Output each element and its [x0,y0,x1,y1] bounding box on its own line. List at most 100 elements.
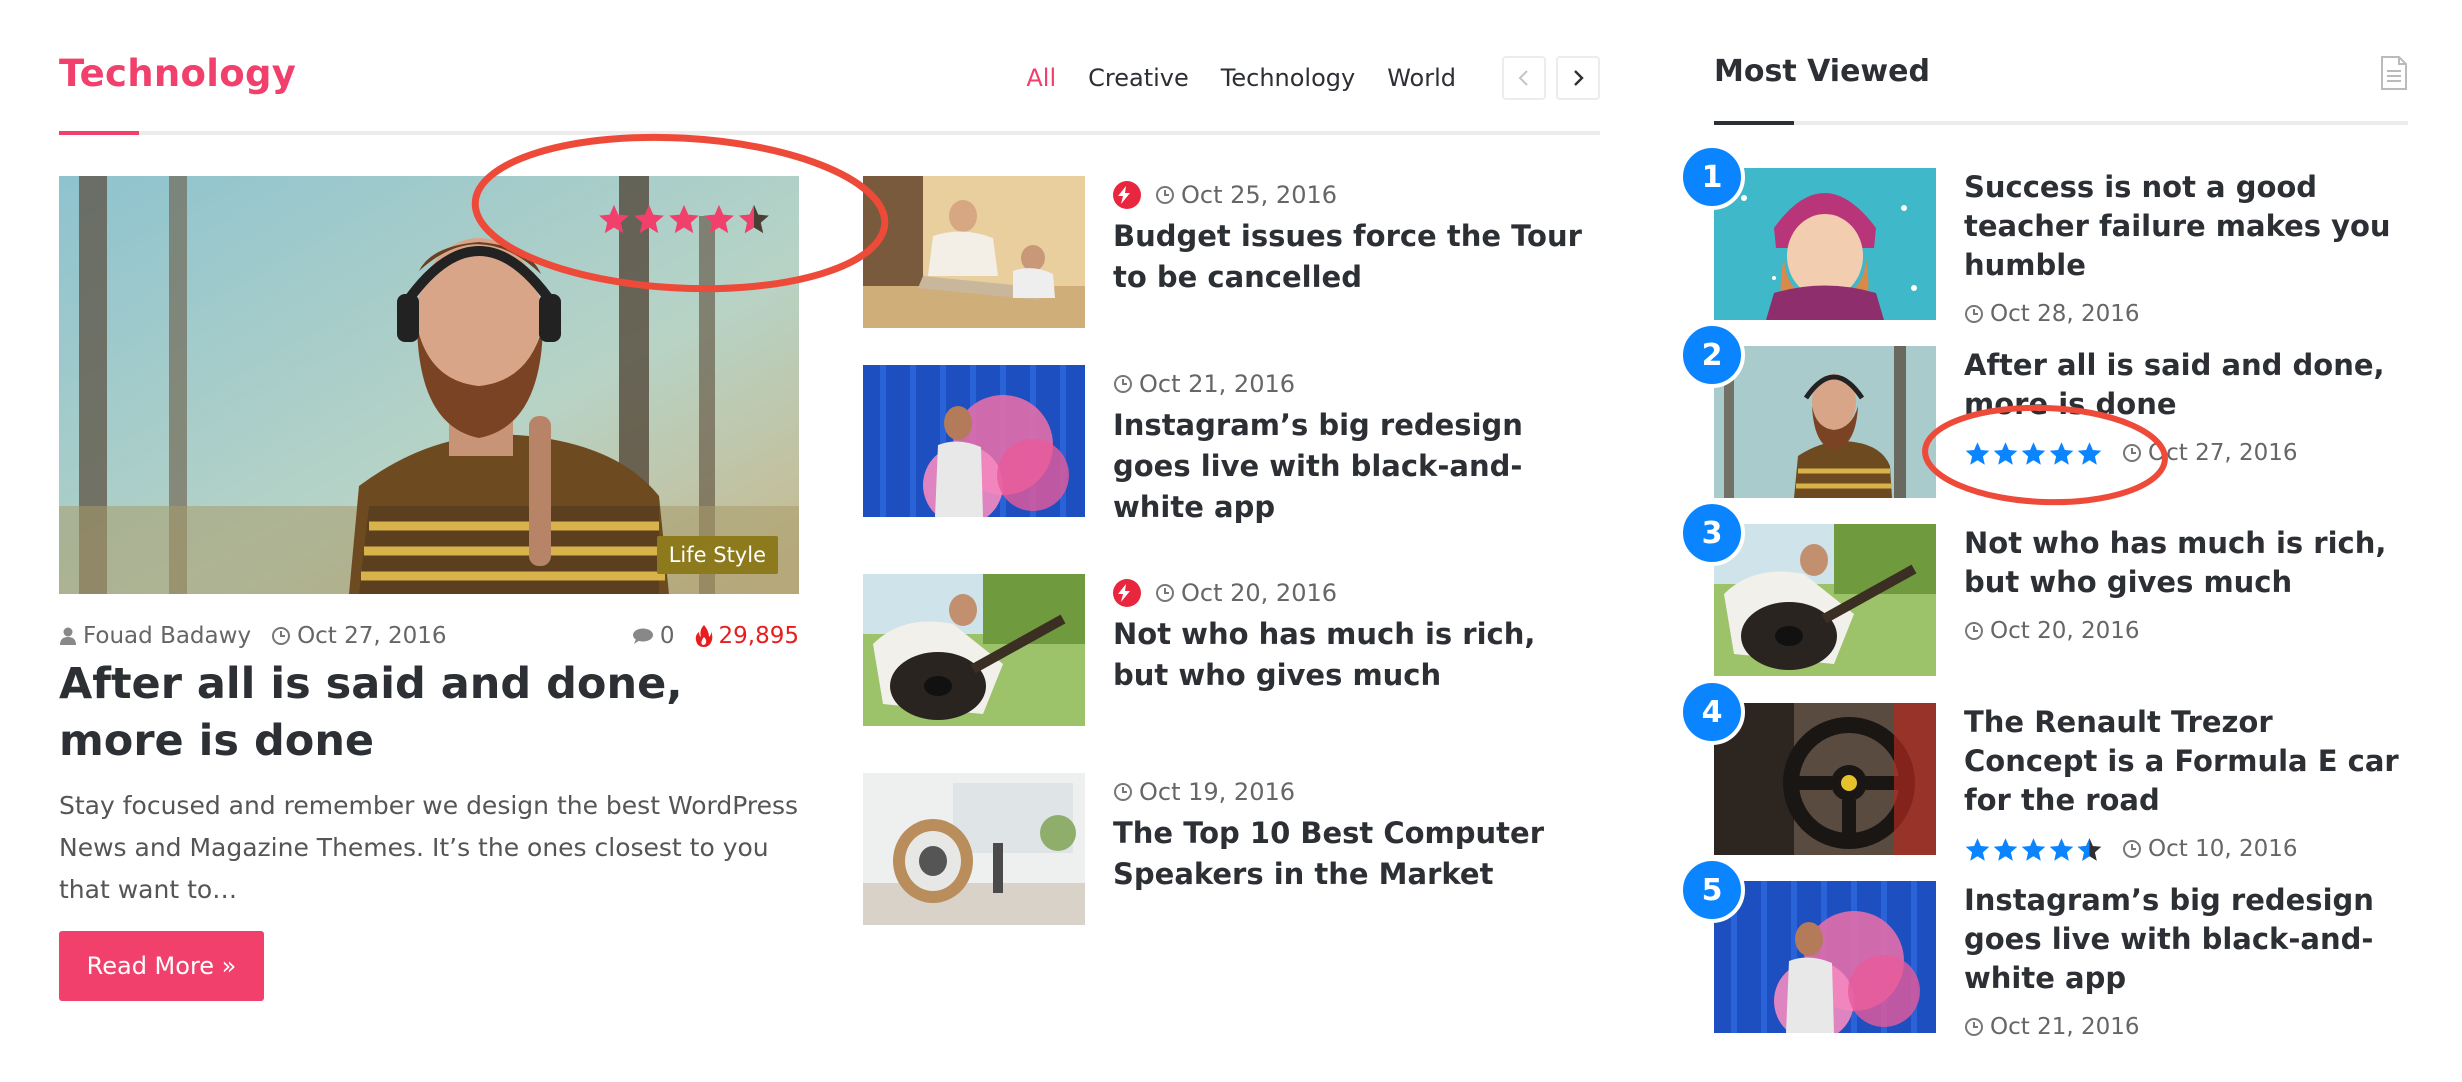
post-date: Oct 20, 2016 [1990,618,2140,644]
list-item: Oct 21, 2016 Instagram’s big redesign go… [863,365,1600,524]
prev-page-button[interactable] [1502,56,1546,100]
post-meta: Oct 10, 2016 [1964,834,2408,864]
post-title[interactable]: After all is said and done, more is done [1964,346,2408,424]
post-title[interactable]: Instagram’s big redesign goes live with … [1113,405,1593,528]
clock-icon [1965,305,1983,323]
list-item: 4 The Renault Trezor Concept is a Formul… [1679,679,2408,864]
thumbnail-image [1714,881,1936,1033]
clock-icon [1156,584,1174,602]
post-thumbnail[interactable] [1714,168,1936,320]
post-thumbnail[interactable] [863,574,1085,726]
thumbnail-image [863,574,1085,726]
star-icon [669,204,699,234]
list-item: Oct 19, 2016 The Top 10 Best Computer Sp… [863,773,1600,925]
list-item: 5 Instagram’s big redesign goes live wit… [1679,857,2408,1042]
star-icon [599,204,629,234]
post-meta: Oct 20, 2016 [1113,578,1337,608]
star-icon [2049,837,2074,861]
post-thumbnail[interactable] [1714,524,1936,676]
thumbnail-image [1714,524,1936,676]
rank-badge: 5 [1679,857,1745,923]
post-title[interactable]: Success is not a good teacher failure ma… [1964,168,2408,285]
chevron-left-icon [1518,70,1528,86]
post-title[interactable]: Instagram’s big redesign goes live with … [1964,881,2408,998]
author[interactable]: Fouad Badawy [59,623,251,649]
post-title[interactable]: Budget issues force the Tour to be cance… [1113,216,1593,298]
fire-icon [695,625,712,647]
view-count-text: 29,895 [718,623,799,649]
featured-title[interactable]: After all is said and done, more is done [59,656,799,770]
item-text: After all is said and done, more is done… [1964,346,2408,468]
star-icon [2077,441,2102,465]
clock-icon [1965,1018,1983,1036]
post-thumbnail[interactable] [863,176,1085,328]
post-thumbnail[interactable] [863,773,1085,925]
star-icon [704,204,734,234]
clock-icon [2123,444,2141,462]
clock-icon [1114,783,1132,801]
user-icon [60,627,76,645]
trending-badge [1113,579,1141,607]
post-date: Oct 19, 2016 [1139,778,1295,806]
category-badge[interactable]: Life Style [656,536,778,574]
next-page-button[interactable] [1556,56,1600,100]
star-icon [1993,441,2018,465]
block-title: Technology [59,52,297,95]
post-title[interactable]: The Top 10 Best Computer Speakers in the… [1113,813,1593,895]
clock-icon [1965,622,1983,640]
document-icon [2381,56,2407,90]
header-divider-accent [59,131,139,135]
rank-badge: 2 [1679,322,1745,388]
star-icon [1965,441,1990,465]
bolt-icon [1118,186,1130,204]
read-more-button[interactable]: Read More » [59,931,264,1001]
featured-meta: Fouad Badawy Oct 27, 2016 0 29,895 [59,620,799,652]
star-icon [1993,837,2018,861]
list-item: 3 Not who has much is rich, but who give… [1679,500,2408,684]
star-half-icon [739,204,769,234]
post-thumbnail[interactable] [863,365,1085,517]
thumbnail-image [863,365,1085,517]
post-date: Oct 20, 2016 [1181,579,1337,607]
featured-image[interactable]: Life Style [59,176,799,594]
filter-creative[interactable]: Creative [1088,64,1189,92]
thumbnail-image [863,773,1085,925]
clock-icon [272,627,291,645]
item-text: The Renault Trezor Concept is a Formula … [1964,703,2408,864]
post-date: Oct 21, 2016 [1139,370,1295,398]
thumbnail-image [1714,346,1936,498]
technology-block: Technology All Creative Technology World [59,0,1600,1082]
clock-icon [1114,375,1132,393]
filter-all[interactable]: All [1026,64,1056,92]
clock-icon [1156,186,1174,204]
item-text: Instagram’s big redesign goes live with … [1964,881,2408,1042]
post-thumbnail[interactable] [1714,881,1936,1033]
header-divider [59,131,1600,135]
post-meta: Oct 20, 2016 [1964,616,2408,646]
star-icon [2021,441,2046,465]
category-filters: All Creative Technology World [994,54,1600,102]
comment-count[interactable]: 0 [660,623,675,649]
post-title[interactable]: Not who has much is rich, but who gives … [1964,524,2408,602]
post-rating [1964,440,2104,467]
rank-badge: 3 [1679,500,1745,566]
list-item: Oct 20, 2016 Not who has much is rich, b… [863,574,1600,726]
filter-technology[interactable]: Technology [1221,64,1355,92]
post-rating [1964,836,2104,863]
post-thumbnail[interactable] [1714,703,1936,855]
post-meta: Oct 27, 2016 [1964,438,2408,468]
filter-world[interactable]: World [1387,64,1456,92]
post-meta: Oct 21, 2016 [1113,369,1295,399]
list-item: 2 After all is said and done, more is do… [1679,322,2408,506]
post-title[interactable]: The Renault Trezor Concept is a Formula … [1964,703,2408,820]
rank-badge: 4 [1679,679,1745,745]
item-text: Success is not a good teacher failure ma… [1964,168,2408,329]
post-date: Oct 27, 2016 [2148,440,2298,466]
block-header: Technology All Creative Technology World [59,0,1600,140]
post-meta: Oct 21, 2016 [1964,1012,2408,1042]
post-thumbnail[interactable] [1714,346,1936,498]
post-date: Oct 28, 2016 [1990,301,2140,327]
comment-icon [632,628,653,644]
post-title[interactable]: Not who has much is rich, but who gives … [1113,614,1593,696]
post-date: Oct 21, 2016 [1990,1014,2140,1040]
